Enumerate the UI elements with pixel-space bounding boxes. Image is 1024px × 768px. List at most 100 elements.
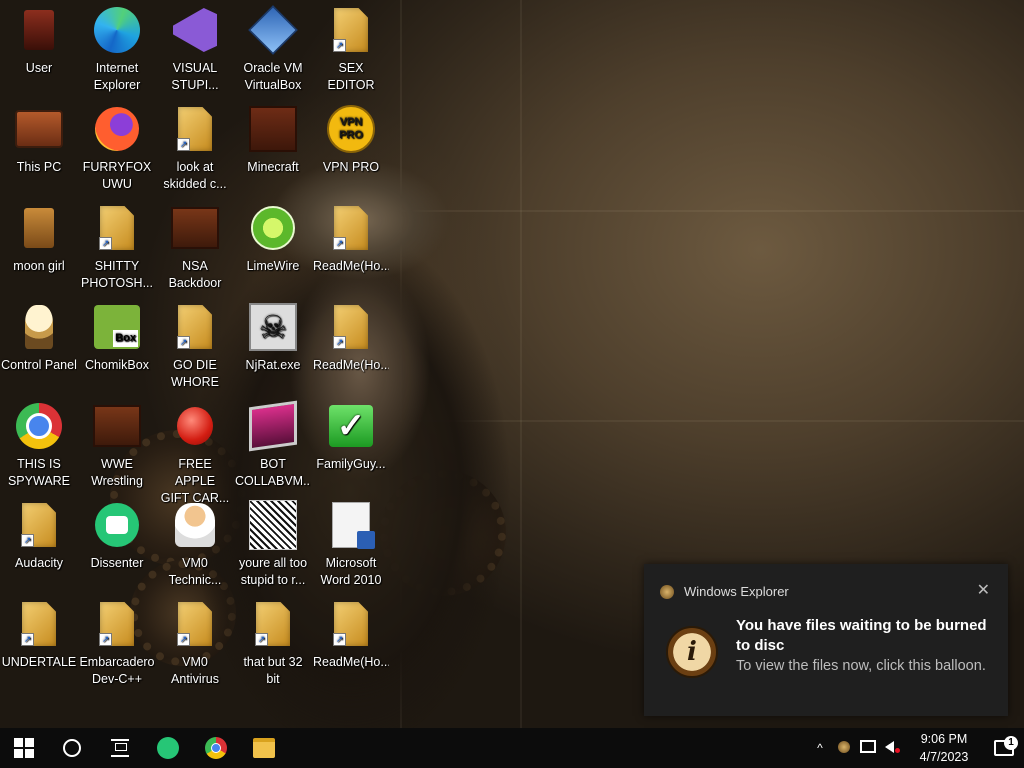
desktop-icon[interactable]: This PC <box>1 105 77 176</box>
word-icon <box>327 501 375 549</box>
desktop-icon[interactable]: User <box>1 6 77 77</box>
desktop-icon-label: VM0 Antivirus <box>171 655 219 686</box>
desktop-icon-label: Embarcadero Dev-C++ <box>79 655 155 686</box>
desktop-icon-label: VISUAL STUPI... <box>171 61 219 92</box>
desktop-icon[interactable]: Minecraft <box>235 105 311 176</box>
apple-icon <box>171 402 219 450</box>
action-center-button[interactable]: 1 <box>984 736 1024 756</box>
desktop-icon[interactable]: VPN PRO VPN PRO <box>313 105 389 176</box>
desktop-icon[interactable]: Internet Explorer <box>79 6 155 94</box>
desktop-icon-label: Audacity <box>15 556 63 570</box>
desktop-icon[interactable]: WWE Wrestling <box>79 402 155 490</box>
toast-close-button[interactable]: ✕ <box>977 580 990 600</box>
desktop-icon[interactable]: ↗ ReadMe(Ho... <box>313 204 389 275</box>
start-button[interactable] <box>0 728 48 768</box>
file-icon: ↗ <box>171 303 219 351</box>
windows-logo-icon <box>14 738 34 758</box>
desktop-icon-label: FURRYFOX UWU <box>82 160 152 191</box>
network-icon[interactable] <box>856 740 880 756</box>
chomikbox-icon: Box <box>93 303 141 351</box>
file-icon: ↗ <box>15 600 63 648</box>
desktop-icon-label: NSA Backdoor <box>168 259 222 290</box>
cortana-button[interactable] <box>48 728 96 768</box>
desktop-icon-label: BOT COLLABVM... <box>235 457 311 488</box>
desktop-icon-label: Control Panel <box>1 358 77 372</box>
desktop-icon[interactable]: ↗ VM0 Antivirus <box>157 600 233 688</box>
toast-body: To view the files now, click this balloo… <box>736 658 986 674</box>
desktop-icon-label: ReadMe(Ho... <box>313 655 389 669</box>
desktop-icon[interactable]: ↗ look at skidded c... <box>157 105 233 193</box>
desktop-icon[interactable]: ↗ SEX EDITOR <box>313 6 389 94</box>
desktop-icon[interactable]: VM0 Technic... <box>157 501 233 589</box>
file-icon: ↗ <box>171 105 219 153</box>
desktop-icon[interactable]: ↗ Audacity <box>1 501 77 572</box>
desktop-icon[interactable]: moon girl <box>1 204 77 275</box>
file-icon: ↗ <box>327 303 375 351</box>
desktop-icon[interactable]: THIS IS SPYWARE <box>1 402 77 490</box>
burn-disc-notification[interactable]: Windows Explorer ✕ i You have files wait… <box>644 564 1008 716</box>
desktop-icon[interactable]: ↗ that but 32 bit <box>235 600 311 688</box>
clock[interactable]: 9:06 PM 4/7/2023 <box>904 730 984 766</box>
desktop-icon-label: GO DIE WHORE <box>171 358 219 389</box>
desktop-icon-label: User <box>25 61 53 75</box>
desktop-icon[interactable]: Oracle VM VirtualBox <box>235 5 311 94</box>
desktop-icon-label: Microsoft Word 2010 <box>320 556 382 587</box>
desktop-icon[interactable]: FREE APPLE GIFT CAR... <box>157 402 233 507</box>
desktop-icon-label: UNDERTALE <box>1 655 77 669</box>
volume-muted-icon[interactable] <box>880 740 904 756</box>
desktop-icon[interactable]: ✓ FamilyGuy... <box>313 402 389 473</box>
tray-app-icon[interactable] <box>832 740 856 756</box>
desktop-icon[interactable]: ↗ UNDERTALE <box>1 600 77 671</box>
desktop-icon-label: NjRat.exe <box>245 358 301 372</box>
desktop-icon-label: Minecraft <box>247 160 299 174</box>
folder-icon <box>253 738 275 758</box>
desktop-icon[interactable]: VISUAL STUPI... <box>157 6 233 94</box>
desktop-icon[interactable]: Control Panel <box>1 303 77 374</box>
file-icon: ↗ <box>15 501 63 549</box>
info-icon: i <box>666 626 718 678</box>
desktop-icon[interactable]: Microsoft Word 2010 <box>313 501 389 589</box>
chrome-icon <box>205 737 227 759</box>
task-view-icon <box>111 739 129 757</box>
file-icon: ↗ <box>171 600 219 648</box>
checkmark-icon: ✓ <box>327 402 375 450</box>
desktop-icon[interactable]: ↗ GO DIE WHORE <box>157 303 233 391</box>
desktop-icon-label: VM0 Technic... <box>168 556 222 587</box>
desktop-icon[interactable]: Box ChomikBox <box>79 303 155 374</box>
face-image-icon <box>249 500 297 550</box>
desktop-icon-label: ReadMe(Ho... <box>313 358 389 372</box>
desktop-icon-label: look at skidded c... <box>163 160 227 191</box>
desktop-icon-label: WWE Wrestling <box>91 457 143 488</box>
toast-title: You have files waiting to be burned to d… <box>736 617 987 654</box>
nsa-icon <box>171 204 219 252</box>
taskbar-chrome[interactable] <box>192 728 240 768</box>
desktop-icon[interactable]: LimeWire <box>235 204 311 275</box>
taskbar-dissenter[interactable] <box>144 728 192 768</box>
desktop-icon[interactable]: NSA Backdoor <box>157 204 233 292</box>
desktop-icon[interactable]: youre all too stupid to r... <box>235 500 311 589</box>
toast-app-header: Windows Explorer <box>660 584 789 599</box>
desktop-icon-label: LimeWire <box>246 259 300 273</box>
show-hidden-icons-button[interactable]: ^ <box>808 741 832 755</box>
desktop-icon[interactable]: ☠ NjRat.exe <box>235 303 311 374</box>
desktop-icon[interactable]: Dissenter <box>79 501 155 572</box>
taskbar-file-explorer[interactable] <box>240 728 288 768</box>
edge-icon <box>93 6 141 54</box>
desktop-icon-label: ReadMe(Ho... <box>313 259 389 273</box>
chrome-icon <box>15 402 63 450</box>
desktop-icon[interactable]: ↗ SHITTY PHOTOSH... <box>79 204 155 292</box>
user-folder-icon <box>15 6 63 54</box>
bot-icon <box>249 400 297 452</box>
desktop-icon[interactable]: ↗ Embarcadero Dev-C++ <box>79 600 155 688</box>
firefox-icon <box>93 105 141 153</box>
taskbar: ^ 9:06 PM 4/7/2023 1 <box>0 728 1024 768</box>
desktop-icon-label: SEX EDITOR <box>327 61 375 92</box>
desktop-icon-label: youre all too stupid to r... <box>238 556 308 587</box>
desktop-icon[interactable]: ↗ ReadMe(Ho... <box>313 600 389 671</box>
desktop-icon[interactable]: FURRYFOX UWU <box>79 105 155 193</box>
desktop-icon[interactable]: BOT COLLABVM... <box>235 400 311 490</box>
visual-studio-icon <box>171 6 219 54</box>
desktop-icon-label: Oracle VM VirtualBox <box>243 61 303 92</box>
task-view-button[interactable] <box>96 728 144 768</box>
desktop-icon[interactable]: ↗ ReadMe(Ho... <box>313 303 389 374</box>
